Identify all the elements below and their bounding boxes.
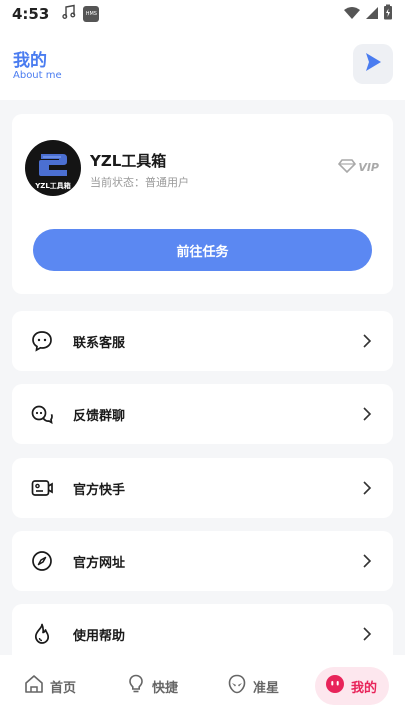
- play-button[interactable]: [353, 44, 393, 84]
- wifi-icon: [343, 5, 361, 24]
- profile-card: YZL工具箱 YZL工具箱 当前状态：普通用户 VIP 前往任务: [12, 114, 393, 294]
- avatar[interactable]: YZL工具箱: [25, 140, 81, 196]
- chat-bubble-icon: [30, 329, 54, 353]
- task-button[interactable]: 前往任务: [33, 229, 372, 271]
- page-title: 我的: [13, 51, 47, 71]
- vip-label: VIP: [358, 161, 379, 174]
- user-name: YZL工具箱: [90, 152, 167, 170]
- kuaishou-icon: [30, 476, 54, 500]
- battery-icon: [383, 4, 393, 24]
- flame-icon: [30, 622, 54, 646]
- avatar-text: YZL工具箱: [35, 182, 71, 190]
- chevron-right-icon: [359, 626, 375, 642]
- user-status: 当前状态：普通用户: [90, 176, 189, 189]
- face-icon: [325, 674, 345, 698]
- bottom-nav: 首页 快捷 准星 我的: [0, 655, 405, 720]
- page-subtitle: About me: [13, 70, 62, 81]
- menu-item-contact-support[interactable]: 联系客服: [12, 311, 393, 371]
- chevron-right-icon: [359, 406, 375, 422]
- menu-label: 反馈群聊: [73, 409, 126, 424]
- status-bar: 4:53 HMS: [0, 0, 405, 28]
- home-icon: [24, 674, 44, 698]
- signal-icon: [365, 5, 379, 24]
- nav-label: 我的: [351, 680, 378, 696]
- menu-item-official-kuaishou[interactable]: 官方快手: [12, 458, 393, 518]
- status-left: 4:53 HMS: [12, 4, 100, 24]
- menu-item-official-website[interactable]: 官方网址: [12, 531, 393, 591]
- alien-icon: [227, 674, 247, 698]
- nav-label: 首页: [50, 680, 77, 696]
- play-icon: [362, 51, 384, 77]
- menu-label: 使用帮助: [73, 629, 126, 644]
- music-note-icon: [61, 4, 77, 24]
- vip-badge: VIP: [338, 158, 379, 177]
- status-right: [343, 4, 393, 24]
- header: 我的 About me: [0, 28, 405, 100]
- diamond-icon: [338, 158, 357, 177]
- status-time: 4:53: [12, 5, 50, 23]
- chevron-right-icon: [359, 553, 375, 569]
- nav-item-me[interactable]: 我的: [315, 667, 390, 705]
- group-chat-icon: [30, 402, 54, 426]
- bulb-icon: [126, 674, 146, 698]
- menu-label: 官方快手: [73, 483, 126, 498]
- menu-label: 联系客服: [73, 336, 126, 351]
- nav-item-home[interactable]: 首页: [24, 667, 76, 705]
- app-logo-icon: [35, 150, 71, 184]
- nav-label: 快捷: [152, 680, 179, 696]
- menu-label: 官方网址: [73, 556, 126, 571]
- nav-label: 准星: [253, 680, 280, 696]
- hms-icon: HMS: [83, 6, 100, 22]
- menu-item-feedback-group[interactable]: 反馈群聊: [12, 384, 393, 444]
- chevron-right-icon: [359, 333, 375, 349]
- nav-item-crosshair[interactable]: 准星: [227, 667, 279, 705]
- compass-icon: [30, 549, 54, 573]
- nav-item-shortcut[interactable]: 快捷: [126, 667, 178, 705]
- chevron-right-icon: [359, 480, 375, 496]
